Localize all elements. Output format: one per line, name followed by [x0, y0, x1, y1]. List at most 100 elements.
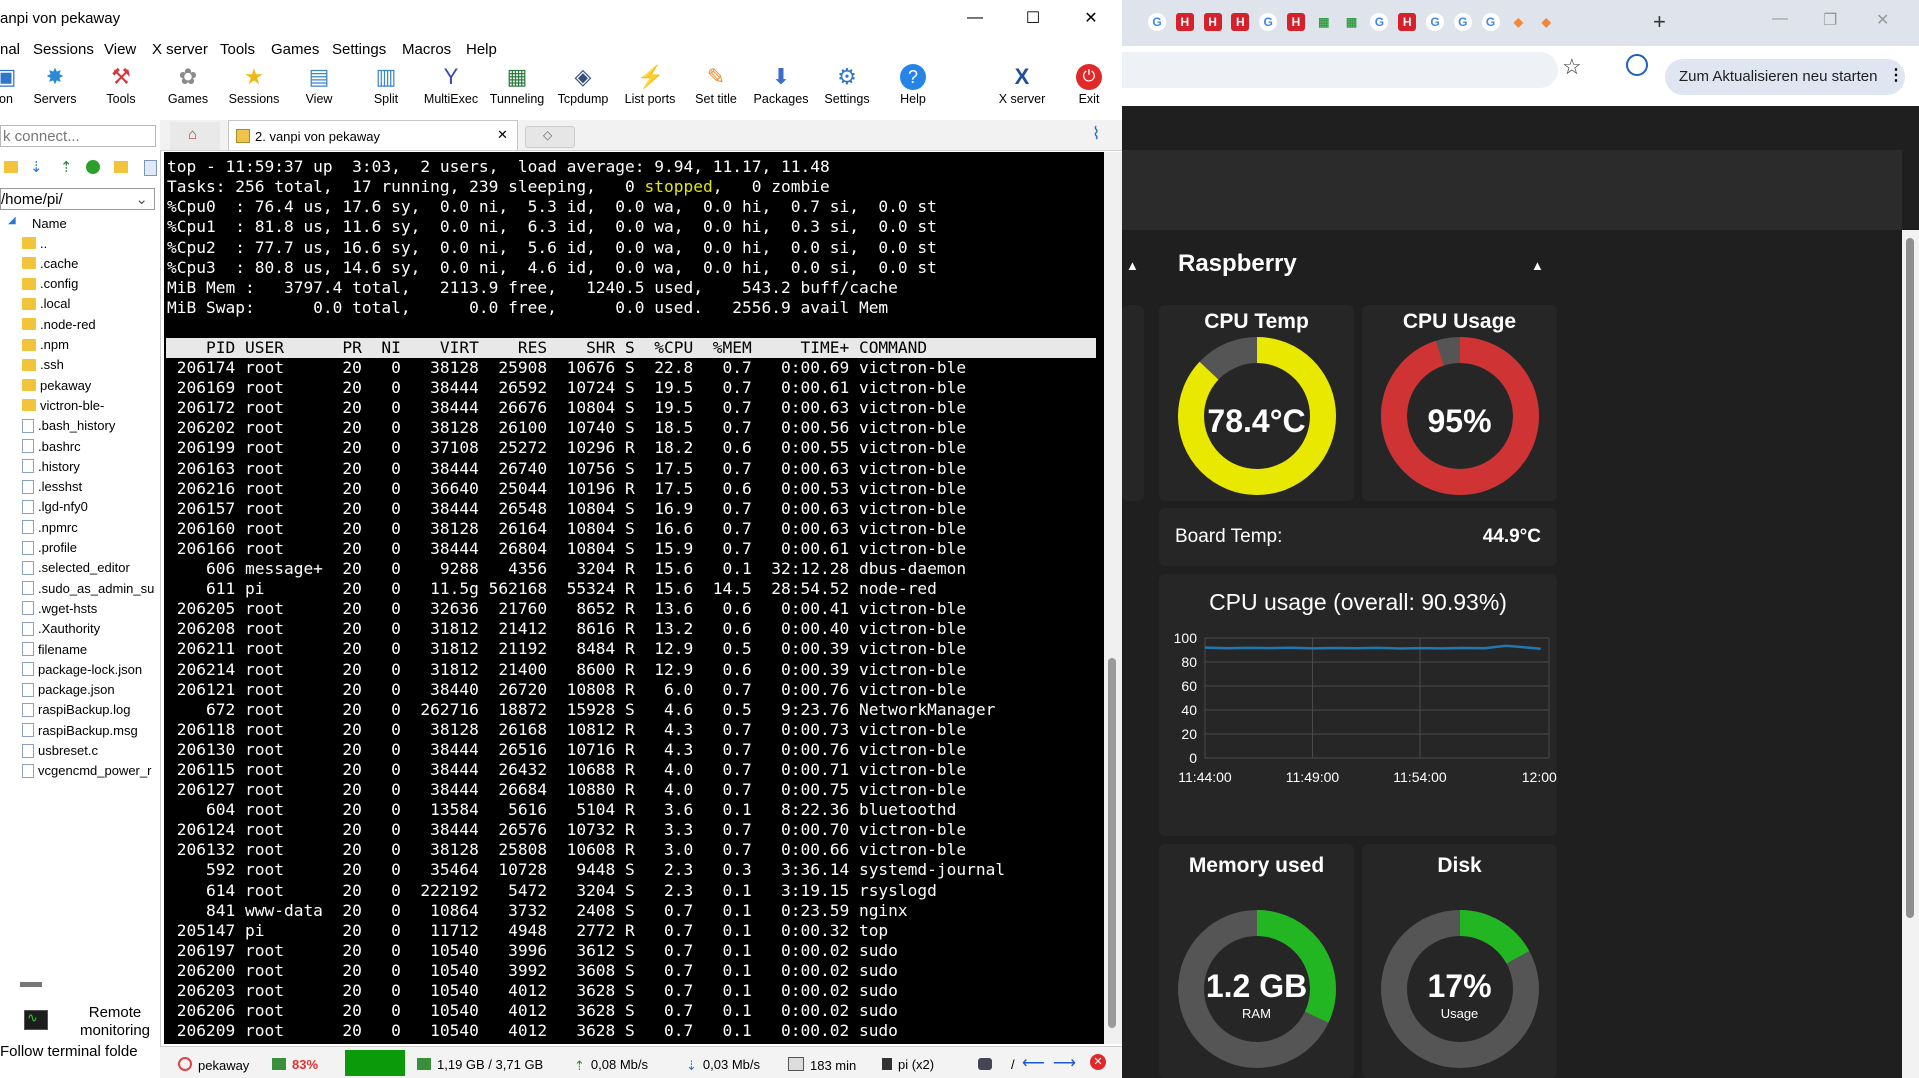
- collapse-group-icon[interactable]: ▲: [1531, 258, 1544, 273]
- close-button[interactable]: ✕: [1062, 0, 1120, 36]
- minimize-button[interactable]: —: [946, 0, 1004, 36]
- upload-icon[interactable]: ⇡: [60, 158, 73, 176]
- file-list-item[interactable]: .history: [22, 456, 80, 476]
- file-list-item[interactable]: vcgencmd_power_r: [22, 761, 151, 781]
- file-list-item[interactable]: .lesshst: [22, 477, 82, 497]
- toolbar-tools-button[interactable]: ⚒ Tools: [91, 64, 151, 106]
- toolbar-set-title-button[interactable]: ✎ Set title: [686, 64, 746, 106]
- file-list-item[interactable]: .local: [22, 294, 70, 314]
- file-list-item[interactable]: .sudo_as_admin_su: [22, 578, 154, 598]
- menu-x-server[interactable]: X server: [152, 41, 208, 58]
- file-list-item[interactable]: filename: [22, 639, 87, 659]
- file-list-item[interactable]: .npm: [22, 335, 69, 355]
- file-list-item[interactable]: ..: [22, 233, 47, 253]
- attach-icon[interactable]: ⌇: [1092, 124, 1100, 144]
- file-list-item[interactable]: victron-ble-: [22, 395, 104, 415]
- new-tab-plus-button[interactable]: +: [1653, 9, 1666, 35]
- browser-tab-favicon[interactable]: H: [1203, 13, 1222, 31]
- browser-tab-favicon[interactable]: H: [1175, 13, 1194, 31]
- file-list-item[interactable]: .lgd-nfy0: [22, 497, 88, 517]
- file-list-item[interactable]: .ssh: [22, 355, 64, 375]
- file-list-item[interactable]: usbreset.c: [22, 741, 98, 761]
- refresh-icon[interactable]: [86, 160, 100, 174]
- toolbar-settings-button[interactable]: ⚙ Settings: [817, 64, 877, 106]
- arrow-right-icon[interactable]: ⟶: [1053, 1053, 1076, 1073]
- maximize-button[interactable]: ☐: [1004, 0, 1062, 36]
- close-session-icon[interactable]: ✕: [1090, 1054, 1106, 1070]
- expand-arrow-icon[interactable]: ◢: [8, 215, 16, 226]
- toolbar-packages-button[interactable]: ⬇ Packages: [751, 64, 811, 106]
- browser-tab-favicon[interactable]: ▦: [1315, 13, 1333, 31]
- browser-tab-favicon[interactable]: G: [1453, 13, 1472, 31]
- update-restart-button[interactable]: Zum Aktualisieren neu starten ⋮: [1665, 59, 1905, 95]
- file-list-item[interactable]: package-lock.json: [22, 659, 142, 679]
- menu-terminal[interactable]: nal: [0, 41, 20, 58]
- menu-tools[interactable]: Tools: [220, 41, 255, 58]
- toolbar-help-button[interactable]: ? Help: [883, 64, 943, 106]
- browser-tab-favicon[interactable]: G: [1481, 13, 1500, 31]
- menu-games[interactable]: Games: [271, 41, 319, 58]
- file-list-item[interactable]: .node-red: [22, 314, 96, 334]
- browser-tab-favicon[interactable]: ◆: [1509, 13, 1527, 31]
- menu-help[interactable]: Help: [466, 41, 497, 58]
- browser-tab-favicon[interactable]: G: [1426, 13, 1444, 31]
- profile-icon[interactable]: [1626, 54, 1648, 76]
- browser-minimize-icon[interactable]: —: [1772, 10, 1788, 28]
- file-list-item[interactable]: .Xauthority: [22, 619, 100, 639]
- menu-sessions[interactable]: Sessions: [33, 41, 94, 58]
- toolbar-games-button[interactable]: ✿ Games: [158, 64, 218, 106]
- menu-view[interactable]: View: [104, 41, 136, 58]
- terminal-scroll-thumb[interactable]: [1108, 658, 1116, 1028]
- file-list-item[interactable]: .npmrc: [22, 517, 78, 537]
- toolbar-tcpdump-button[interactable]: ◈ Tcpdump: [553, 64, 613, 106]
- toolbar-exit-button[interactable]: ⏻ Exit: [1059, 64, 1119, 106]
- quick-connect-input[interactable]: k connect...: [0, 125, 156, 147]
- toolbar-list-ports-button[interactable]: ⚡ List ports: [620, 64, 680, 106]
- file-list-item[interactable]: package.json: [22, 680, 115, 700]
- browser-tab-favicon[interactable]: ▦: [1343, 13, 1361, 31]
- path-select[interactable]: /home/pi/ ⌄: [0, 188, 155, 210]
- browser-tab-favicon[interactable]: H: [1398, 13, 1417, 31]
- file-list-item[interactable]: raspiBackup.log: [22, 700, 131, 720]
- toolbar-multiexec-button[interactable]: Y MultiExec: [421, 64, 481, 106]
- download-icon[interactable]: ⇣: [30, 158, 43, 176]
- browser-tab-favicon[interactable]: ◆: [1537, 13, 1555, 31]
- new-file-icon[interactable]: [144, 160, 157, 176]
- bookmark-star-icon[interactable]: ☆: [1562, 54, 1582, 80]
- collapse-left-icon[interactable]: ▲: [1126, 258, 1139, 273]
- toolbar-split-button[interactable]: ▥ Split: [356, 64, 416, 106]
- arrow-left-icon[interactable]: ⟵: [1022, 1053, 1045, 1073]
- file-list-item[interactable]: .bashrc: [22, 436, 81, 456]
- close-tab-icon[interactable]: ✕: [497, 127, 508, 143]
- tab-session-2[interactable]: 2. vanpi von pekaway ✕: [228, 120, 518, 150]
- browser-restore-icon[interactable]: ❐: [1823, 10, 1837, 30]
- browser-tab-favicon[interactable]: G: [1148, 13, 1166, 31]
- more-menu-icon[interactable]: ⋮: [1888, 65, 1904, 85]
- column-name-header[interactable]: Name: [32, 216, 67, 231]
- follow-terminal-folder-checkbox[interactable]: Follow terminal folde: [0, 1043, 138, 1060]
- browser-close-icon[interactable]: ✕: [1876, 10, 1889, 30]
- file-list-item[interactable]: .selected_editor: [22, 558, 130, 578]
- file-list-item[interactable]: raspiBackup.msg: [22, 720, 138, 740]
- url-field[interactable]: [1122, 52, 1558, 88]
- parent-folder-icon[interactable]: [4, 161, 18, 173]
- toolbar-tunneling-button[interactable]: ▦ Tunneling: [487, 64, 547, 106]
- new-folder-icon[interactable]: [114, 161, 128, 173]
- toolbar-servers-button[interactable]: ✸ Servers: [25, 64, 85, 106]
- menu-settings[interactable]: Settings: [332, 41, 386, 58]
- file-list-item[interactable]: .bash_history: [22, 416, 115, 436]
- home-tab[interactable]: ⌂: [170, 122, 220, 150]
- toolbar-view-button[interactable]: ▤ View: [289, 64, 349, 106]
- toolbar-sessions-button[interactable]: ★ Sessions: [224, 64, 284, 106]
- menu-macros[interactable]: Macros: [402, 41, 451, 58]
- file-list-item[interactable]: .cache: [22, 253, 78, 273]
- toolbar-x-server-button[interactable]: XX server: [992, 64, 1052, 106]
- browser-tab-favicon[interactable]: H: [1231, 13, 1250, 31]
- splitter-handle[interactable]: [20, 982, 42, 987]
- file-list-item[interactable]: .wget-hsts: [22, 598, 97, 618]
- file-list-item[interactable]: .profile: [22, 538, 77, 558]
- file-list-item[interactable]: .config: [22, 274, 78, 294]
- file-list-item[interactable]: pekaway: [22, 375, 91, 395]
- browser-tab-favicon[interactable]: H: [1287, 13, 1305, 31]
- page-scroll-thumb[interactable]: [1906, 238, 1914, 918]
